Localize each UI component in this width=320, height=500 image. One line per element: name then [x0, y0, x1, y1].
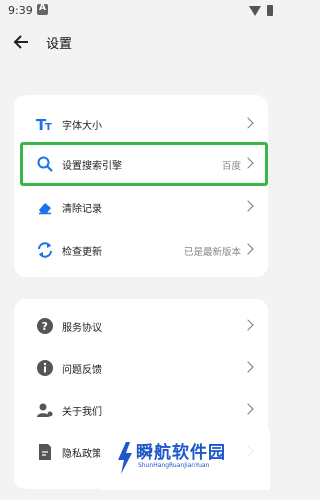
status-icons — [249, 5, 273, 16]
row-feedback[interactable]: 问题反馈 — [14, 349, 268, 389]
chevron-right-icon — [242, 243, 254, 255]
refresh-icon — [38, 242, 52, 258]
row-label: 服务协议 — [62, 323, 102, 334]
row-label: 隐私政策 — [62, 449, 102, 460]
watermark-logo-icon — [118, 442, 132, 474]
row-label: 检查更新 — [62, 247, 102, 258]
status-bar: 9:39 — [0, 0, 281, 22]
chevron-right-icon — [242, 361, 254, 373]
help-icon: ? — [37, 318, 53, 334]
update-status-value: 已是最新版本 — [183, 247, 241, 258]
chevron-right-icon — [242, 403, 254, 415]
row-label: 字体大小 — [62, 121, 102, 132]
svg-text:T: T — [45, 122, 52, 133]
notification-icon — [37, 3, 48, 15]
watermark: 瞬航软件园 ShunHangRuanJianYuan — [100, 430, 270, 490]
watermark-subtitle: ShunHangRuanJianYuan — [138, 462, 210, 469]
eraser-icon — [39, 203, 51, 215]
document-icon — [39, 444, 51, 460]
svg-text:?: ? — [42, 320, 48, 333]
battery-icon — [267, 5, 273, 16]
row-clear-history[interactable]: 清除记录 — [14, 188, 268, 228]
chevron-right-icon — [242, 117, 254, 129]
info-icon — [37, 360, 53, 376]
settings-card-general: T T 字体大小 设置搜索引擎 百度 清除记录 检查更新 已是最新版本 — [14, 95, 268, 277]
row-font-size[interactable]: T T 字体大小 — [14, 105, 268, 145]
back-arrow-icon[interactable] — [12, 32, 30, 52]
row-service-agreement[interactable]: ? 服务协议 — [14, 307, 268, 347]
row-label: 问题反馈 — [62, 365, 102, 376]
chevron-right-icon — [242, 200, 254, 212]
status-time: 9:39 — [8, 4, 33, 17]
row-label: 关于我们 — [62, 407, 102, 418]
page-title: 设置 — [46, 37, 73, 52]
user-icon — [37, 403, 53, 417]
highlight-box — [20, 142, 268, 186]
font-size-icon: T T — [36, 116, 52, 133]
watermark-title: 瞬航软件园 — [136, 443, 226, 463]
chevron-right-icon — [242, 319, 254, 331]
row-about-us[interactable]: 关于我们 — [14, 391, 268, 431]
wifi-icon — [249, 5, 261, 16]
row-check-update[interactable]: 检查更新 已是最新版本 — [14, 231, 268, 271]
row-label: 清除记录 — [62, 204, 102, 215]
title-bar: 设置 — [0, 22, 281, 62]
